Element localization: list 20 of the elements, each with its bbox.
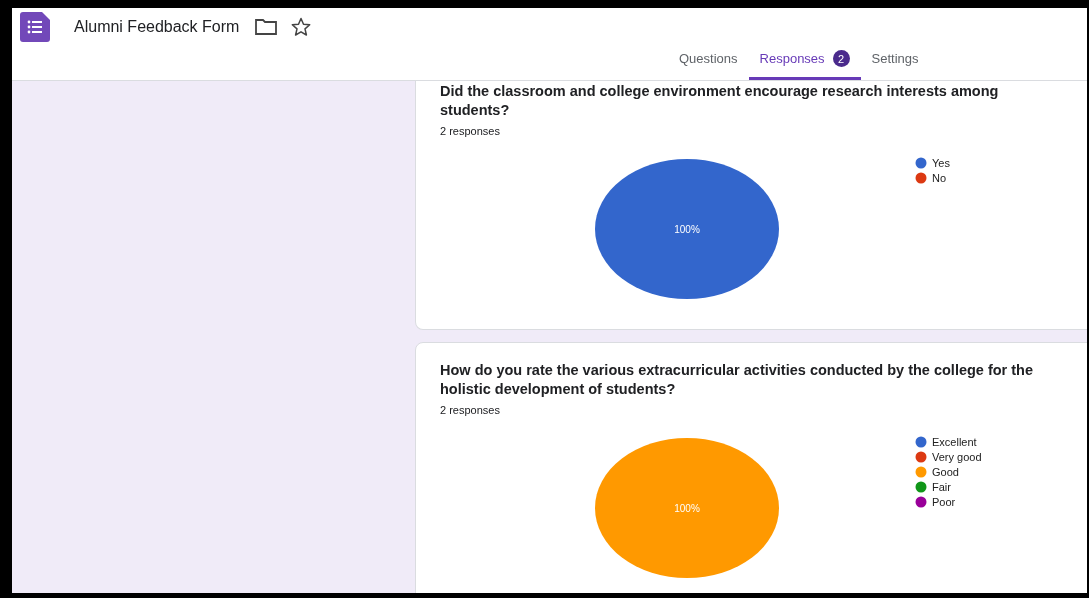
legend-label: Poor (932, 496, 956, 508)
question-text: How do you rate the various extracurricular activities conducted by the college for the holistic development of students? (440, 361, 1035, 399)
legend-label: No (932, 172, 947, 184)
legend-label: Fair (932, 481, 951, 493)
slice-label: 100% (674, 224, 700, 235)
response-count-badge: 2 (832, 50, 850, 67)
tab[interactable]: Settings (860, 46, 930, 80)
legend-label: Excellent (932, 436, 977, 448)
legend-label: Good (932, 466, 959, 478)
question-text: Did the classroom and college environment encourage research interests among students? (440, 82, 1000, 120)
response-count: 2 responses (440, 404, 501, 416)
response-count: 2 responses (440, 125, 501, 137)
tab[interactable]: Questions (668, 46, 749, 80)
legend-label: Very good (932, 451, 982, 463)
legend-label: Yes (932, 157, 950, 169)
folder-icon[interactable] (255, 19, 278, 35)
form-title[interactable]: Alumni Feedback Form (74, 18, 240, 36)
star-icon[interactable] (291, 17, 312, 37)
forms-logo-icon[interactable] (20, 12, 50, 42)
slice-label: 100% (674, 503, 700, 514)
